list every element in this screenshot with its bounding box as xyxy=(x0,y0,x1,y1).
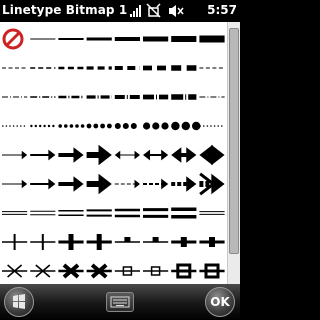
linetype-swatch[interactable] xyxy=(2,211,28,215)
linetype-swatch[interactable] xyxy=(199,237,225,247)
linetype-swatch[interactable] xyxy=(143,178,169,190)
linetype-swatch[interactable] xyxy=(2,179,28,189)
linetype-swatch[interactable] xyxy=(58,234,84,250)
linetype-swatch[interactable] xyxy=(30,264,56,278)
linetype-swatch[interactable] xyxy=(143,208,169,218)
linetype-swatch[interactable] xyxy=(171,237,197,247)
linetype-swatch[interactable] xyxy=(199,211,225,215)
title-bar: Linetype Bitmap 1 5:57 xyxy=(0,0,240,22)
linetype-swatch[interactable] xyxy=(30,234,56,250)
linetype-swatch[interactable] xyxy=(114,150,140,160)
linetype-swatch[interactable] xyxy=(86,144,112,166)
volume-mute-icon[interactable] xyxy=(168,3,186,19)
linetype-swatch[interactable] xyxy=(171,176,197,192)
clock[interactable]: 5:57 xyxy=(207,3,237,17)
linetype-swatch[interactable] xyxy=(58,124,85,128)
linetype-swatch[interactable] xyxy=(114,179,140,189)
linetype-swatch[interactable] xyxy=(58,176,84,192)
linetype-swatch[interactable] xyxy=(199,125,223,127)
linetype-swatch[interactable] xyxy=(86,173,112,195)
windows-flag-icon xyxy=(13,294,25,309)
ok-label: OK xyxy=(210,295,230,309)
linetype-swatch[interactable] xyxy=(58,263,84,279)
linetype-swatch[interactable] xyxy=(143,122,169,130)
linetype-swatch[interactable] xyxy=(199,172,225,196)
vertical-scrollbar[interactable] xyxy=(227,22,240,284)
ok-button[interactable]: OK xyxy=(205,287,235,317)
linetype-swatch[interactable] xyxy=(58,210,84,216)
linetype-swatch[interactable] xyxy=(143,237,169,243)
linetype-swatch[interactable] xyxy=(30,210,56,216)
window-title: Linetype Bitmap 1 xyxy=(2,3,128,17)
linetype-swatch[interactable] xyxy=(30,124,55,128)
linetype-swatch[interactable] xyxy=(114,237,140,243)
linetype-swatch[interactable] xyxy=(2,28,24,50)
linetype-swatch[interactable] xyxy=(86,234,112,250)
keyboard-icon xyxy=(110,296,130,308)
linetype-swatch[interactable] xyxy=(58,147,84,163)
start-button[interactable] xyxy=(4,287,34,317)
linetype-swatch[interactable] xyxy=(114,266,140,276)
linetype-swatch[interactable] xyxy=(2,264,28,278)
softkey-bar: OK xyxy=(0,284,240,320)
linetype-swatch[interactable] xyxy=(171,263,197,279)
linetype-swatch[interactable] xyxy=(86,209,112,217)
linetype-swatch[interactable] xyxy=(2,125,26,127)
linetype-grid[interactable] xyxy=(0,22,240,284)
linetype-swatch[interactable] xyxy=(2,234,28,250)
linetype-swatch[interactable] xyxy=(171,147,197,163)
keyboard-button[interactable] xyxy=(106,292,134,312)
linetype-swatch[interactable] xyxy=(171,207,197,219)
linetype-swatch[interactable] xyxy=(30,178,56,190)
linetype-swatch[interactable] xyxy=(86,123,112,129)
linetype-swatch[interactable] xyxy=(199,144,225,166)
linetype-swatch[interactable] xyxy=(199,263,225,279)
linetype-swatch[interactable] xyxy=(143,149,169,161)
signal-strength-icon[interactable] xyxy=(129,3,143,19)
linetype-swatch[interactable] xyxy=(171,121,201,131)
data-connection-icon[interactable] xyxy=(146,3,162,19)
linetype-swatch[interactable] xyxy=(114,208,140,218)
linetype-swatch[interactable] xyxy=(86,263,112,279)
linetype-swatch[interactable] xyxy=(30,149,56,161)
scrollbar-thumb[interactable] xyxy=(229,28,239,254)
linetype-swatch[interactable] xyxy=(114,123,137,129)
linetype-canvas[interactable] xyxy=(0,22,228,284)
linetype-swatch[interactable] xyxy=(2,150,28,160)
linetype-swatch[interactable] xyxy=(143,266,169,276)
